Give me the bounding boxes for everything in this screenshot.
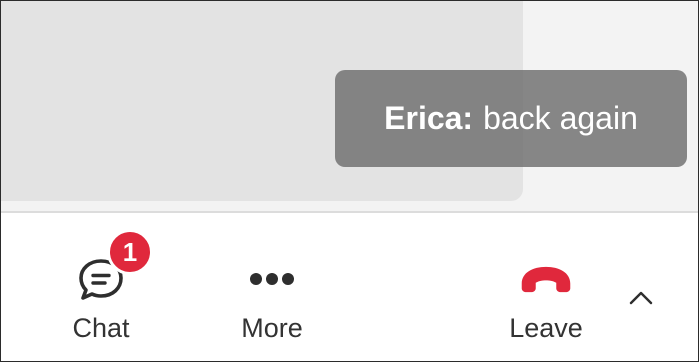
meeting-window: Erica: back again Chat More Leave 1 <box>0 0 699 362</box>
hang-up-phone-icon <box>518 251 574 307</box>
chat-label: Chat <box>72 313 130 343</box>
notification-sender: Erica: <box>384 100 474 136</box>
notification-message: back again <box>483 100 638 136</box>
chat-notification-toast[interactable]: Erica: back again <box>335 70 687 167</box>
leave-label: Leave <box>509 313 583 343</box>
chevron-up-icon[interactable] <box>623 283 659 313</box>
unread-count-badge: 1 <box>107 229 153 275</box>
more-label: More <box>241 313 303 343</box>
leave-button[interactable]: Leave <box>471 213 621 361</box>
more-button[interactable]: More <box>197 213 347 361</box>
more-dots-icon <box>244 251 300 307</box>
meeting-toolbar: Chat More Leave <box>1 213 698 361</box>
chat-button[interactable]: Chat <box>26 213 176 361</box>
video-stage: Erica: back again <box>1 1 698 213</box>
